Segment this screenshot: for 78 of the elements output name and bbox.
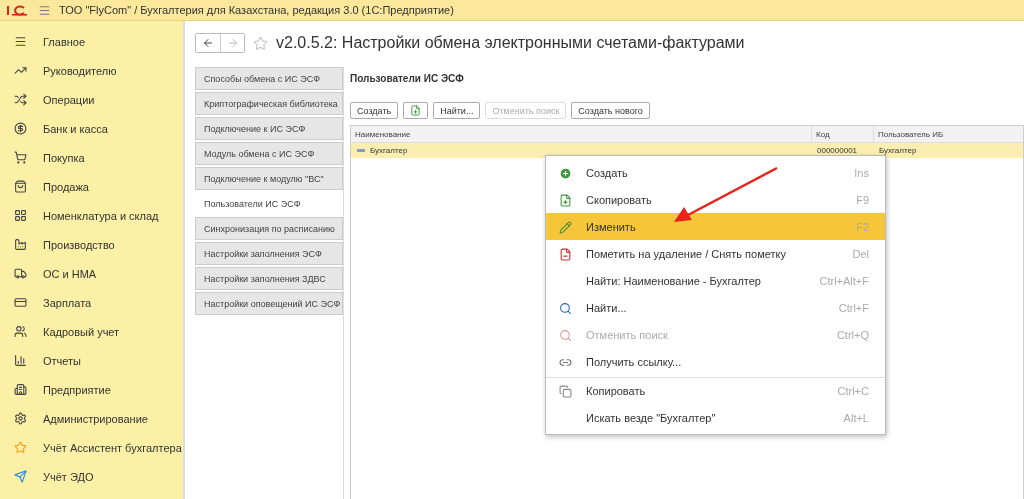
window-title: ТОО "FlyCom" / Бухгалтерия для Казахстана, редакция 3.0 (1С:Предприятие) [59,4,454,16]
menu-item[interactable]: Найти: Наименование - Бухгалтер Ctrl+Alt+F [546,267,885,294]
sidebar-item[interactable]: Банк и касса [0,114,183,143]
table-cell: Бухгалтер [370,146,408,155]
sidebar-item[interactable]: Предприятие [0,375,183,404]
copy-icon [558,384,572,398]
menu-item[interactable]: Искать везде "Бухгалтер" Alt+L [546,404,885,431]
panel-title: Пользователи ИС ЭСФ [350,73,465,84]
section-tab[interactable]: Настройки оповещений ИС ЭСФ [195,292,343,315]
forward-button[interactable] [220,34,244,52]
column-header[interactable]: Пользователь ИБ [873,126,1023,142]
pencil-icon [558,220,572,234]
toolbar-button[interactable]: Найти... [433,102,481,119]
copy-button[interactable] [403,102,429,119]
menu-item[interactable]: Пометить на удаление / Снять пометку Del [546,240,885,267]
sidebar-item[interactable]: Продажа [0,172,183,201]
section-tab[interactable]: Подключение к модулю "ВС" [195,167,343,190]
section-tab[interactable]: Криптографическая библиотека [195,92,343,115]
truck-icon [14,267,27,280]
star-icon[interactable] [253,35,268,51]
section-tab[interactable]: Настройки заполнения ЗДВС [195,267,343,290]
card-icon [14,296,27,309]
logo-icon [6,4,28,16]
section-tab[interactable]: Настройки заполнения ЭСФ [195,242,343,265]
sidebar-item[interactable]: Кадровый учет [0,317,183,346]
shuffle-icon [14,93,27,106]
section-tab[interactable]: Подключение к ИС ЭСФ [195,117,343,140]
bag-icon [14,180,27,193]
section-tab[interactable]: Модуль обмена с ИС ЭСФ [195,142,343,165]
table-cell: 000000001 [817,146,858,155]
star-icon [14,441,27,454]
file-plus-icon [410,105,422,116]
file-plus-icon [558,193,572,207]
menu-item[interactable]: Изменить F2 [546,213,885,240]
sidebar-item[interactable]: Главное [0,27,183,56]
menu-item[interactable]: Найти... Ctrl+F [546,294,885,321]
section-tab[interactable]: Способы обмена с ИС ЭСФ [195,67,343,90]
column-header[interactable]: Код [811,126,873,142]
sidebar-item[interactable]: Номенклатура и склад [0,201,183,230]
sidebar-item[interactable]: Администрирование [0,404,183,433]
factory-icon [14,238,27,251]
building-icon [14,383,27,396]
sidebar-item[interactable]: Производство [0,230,183,259]
trend-icon [14,64,27,77]
column-header[interactable]: Наименование [351,126,811,142]
arrow-left-icon [202,37,214,49]
item-icon [357,149,365,152]
paper-plane-icon [14,470,27,483]
sidebar-item[interactable]: Учёт ЭДО [0,462,183,491]
grid-icon [14,209,27,222]
menu-item[interactable]: Скопировать F9 [546,186,885,213]
sidebar-item[interactable]: Учёт Ассистент бухгалтера [0,433,183,462]
sidebar-item[interactable]: Руководителю [0,56,183,85]
sidebar-item[interactable]: Покупка [0,143,183,172]
coin-icon [14,122,27,135]
table-cell: Бухгалтер [879,146,917,155]
settings-icon [14,412,27,425]
menu-item[interactable]: Создать Ins [546,159,885,186]
bar-chart-icon [14,354,27,367]
search-icon [558,301,572,315]
search-icon [558,328,572,342]
toolbar-button[interactable]: Создать нового [571,102,650,119]
sidebar-item[interactable]: Операции [0,85,183,114]
file-minus-icon [558,247,572,261]
menu-item[interactable]: Копировать Ctrl+C [546,377,885,404]
sidebar-item[interactable]: ОС и НМА [0,259,183,288]
section-tab[interactable]: Синхронизация по расписанию [195,217,343,240]
sidebar-item[interactable]: Зарплата [0,288,183,317]
plus-icon [558,166,572,180]
arrow-right-icon [226,37,239,49]
cart-icon [14,151,27,164]
page-title: v2.0.5.2: Настройки обмена электронными счетами-фактурами [276,34,745,52]
menu-item[interactable]: Получить ссылку... [546,348,885,375]
menu-icon [14,35,27,48]
users-icon [14,325,27,338]
menu-icon[interactable] [38,3,51,17]
sidebar-item[interactable]: Отчеты [0,346,183,375]
toolbar-button[interactable]: Создать [350,102,399,119]
